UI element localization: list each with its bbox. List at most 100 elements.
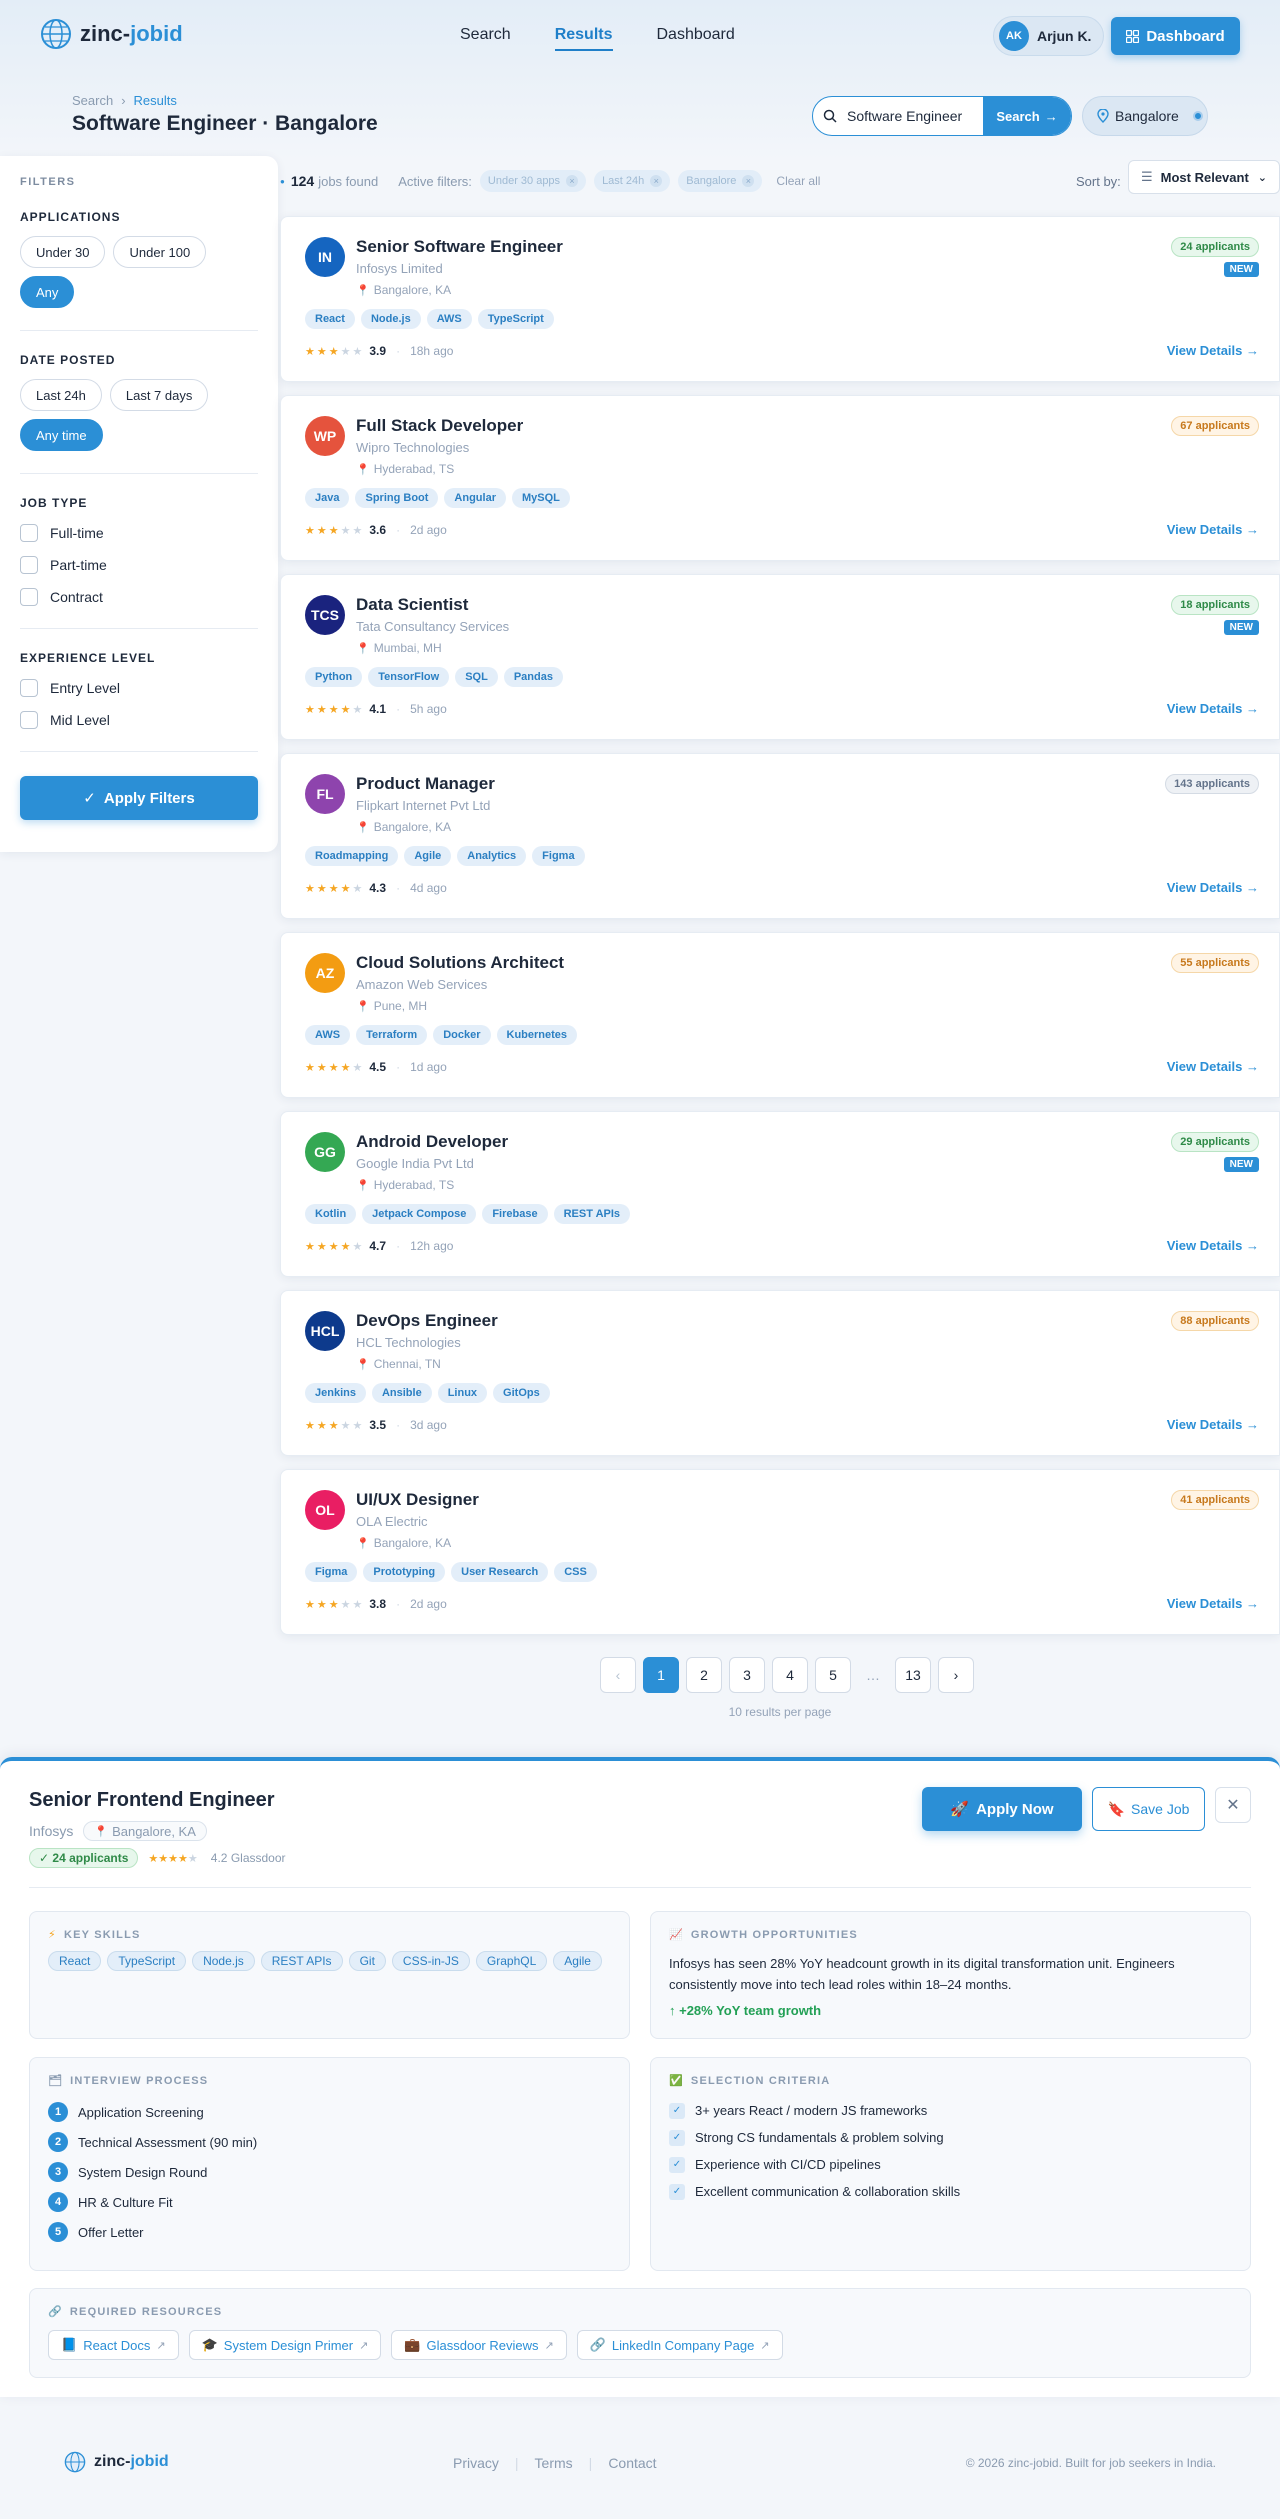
active-filter-chip[interactable]: Under 30 apps × <box>479 170 587 192</box>
active-filter-chip[interactable]: Last 24h × <box>594 170 671 192</box>
next-page-button[interactable]: › <box>938 1657 974 1693</box>
checkbox[interactable] <box>20 556 38 574</box>
footer-link-terms[interactable]: Terms <box>535 2455 573 2471</box>
applicants-badge: 41 applicants <box>1171 1490 1259 1510</box>
page-button[interactable]: 5 <box>815 1657 851 1693</box>
job-card[interactable]: TCS Data Scientist Tata Consultancy Servic… <box>280 574 1280 740</box>
nav-search[interactable]: Search <box>460 26 511 51</box>
view-details-link[interactable]: View Details → <box>1167 343 1259 358</box>
skill-tag: Jetpack Compose <box>362 1204 477 1224</box>
footer-logo[interactable]: zinc-jobid <box>64 2451 169 2473</box>
view-details-link[interactable]: View Details → <box>1167 701 1259 716</box>
checkbox-mid-level[interactable]: Mid Level <box>20 711 258 729</box>
close-icon[interactable]: × <box>566 175 579 187</box>
checkbox-part-time[interactable]: Part-time <box>20 556 258 574</box>
job-card[interactable]: WP Full Stack Developer Wipro Technologies… <box>280 395 1280 561</box>
page-button[interactable]: 3 <box>729 1657 765 1693</box>
checkbox-label: Entry Level <box>50 680 121 696</box>
checkbox[interactable] <box>20 524 38 542</box>
breadcrumb-results[interactable]: Results <box>134 93 177 108</box>
close-icon[interactable]: ✕ <box>1215 1787 1251 1823</box>
job-title[interactable]: Product Manager <box>356 774 495 794</box>
rocket-icon: 🚀 <box>950 1801 970 1818</box>
nav-results[interactable]: Results <box>554 26 613 51</box>
view-details-link[interactable]: View Details → <box>1167 880 1259 895</box>
job-card[interactable]: FL Product Manager Flipkart Internet Pvt L… <box>280 753 1280 919</box>
job-card[interactable]: HCL DevOps Engineer HCL Technologies 📍 Chenn… <box>280 1290 1280 1456</box>
job-tags: Java Spring Boot Angular MySQL <box>305 488 570 508</box>
star-icon: ★ <box>328 1598 339 1611</box>
footer-link-contact[interactable]: Contact <box>608 2455 656 2471</box>
page-button-current[interactable]: 1 <box>643 1657 679 1693</box>
view-details-link[interactable]: View Details → <box>1167 522 1259 537</box>
page-button[interactable]: 2 <box>686 1657 722 1693</box>
apply-now-button[interactable]: 🚀 Apply Now <box>922 1787 1082 1831</box>
close-icon[interactable]: × <box>742 175 755 187</box>
user-menu[interactable]: AK Arjun K. <box>993 16 1105 56</box>
search-button[interactable]: Search → <box>983 97 1071 135</box>
job-card[interactable]: AZ Cloud Solutions Architect Amazon Web Se… <box>280 932 1280 1098</box>
apply-filters-button[interactable]: ✓ Apply Filters <box>20 776 258 820</box>
chevron-down-icon: ⌄ <box>1257 171 1267 184</box>
job-company: Amazon Web Services <box>356 977 488 992</box>
criteria-heading: ✅ SELECTION CRITERIA <box>669 2074 831 2088</box>
page-title: Software Engineer · Bangalore <box>72 112 378 135</box>
resources-panel: 🔗 REQUIRED RESOURCES 📘 React Docs ↗ 🎓 System … <box>29 2288 1251 2378</box>
view-details-link[interactable]: View Details → <box>1167 1596 1259 1611</box>
footer-link-privacy[interactable]: Privacy <box>453 2455 499 2471</box>
filter-pill[interactable]: Under 30 <box>20 236 106 268</box>
filter-pill[interactable]: Last 7 days <box>109 379 209 411</box>
resource-link[interactable]: 🔗 LinkedIn Company Page ↗ <box>576 2330 783 2360</box>
skill-tag: Firebase <box>482 1204 548 1224</box>
location-chip[interactable]: Bangalore <box>1082 96 1208 136</box>
job-title[interactable]: Senior Software Engineer <box>356 237 563 257</box>
breadcrumb-search[interactable]: Search <box>72 93 113 108</box>
filter-pill-selected[interactable]: Any <box>20 276 75 308</box>
job-title[interactable]: Android Developer <box>356 1132 508 1152</box>
checkbox-entry-level[interactable]: Entry Level <box>20 679 258 697</box>
job-card[interactable]: GG Android Developer Google India Pvt Ltd 📍… <box>280 1111 1280 1277</box>
resource-link[interactable]: 📘 React Docs ↗ <box>48 2330 179 2360</box>
view-details-link[interactable]: View Details → <box>1167 1238 1259 1253</box>
skill-chip: React <box>48 1951 102 1971</box>
filter-pill[interactable]: Under 100 <box>113 236 207 268</box>
job-title[interactable]: Data Scientist <box>356 595 468 615</box>
company-logo: TCS <box>305 595 345 635</box>
search-input[interactable] <box>847 108 983 124</box>
job-title[interactable]: UI/UX Designer <box>356 1490 479 1510</box>
resource-link[interactable]: 💼 Glassdoor Reviews ↗ <box>391 2330 567 2360</box>
checkbox[interactable] <box>20 588 38 606</box>
view-details-link[interactable]: View Details → <box>1167 1059 1259 1074</box>
job-card[interactable]: IN Senior Software Engineer Infosys Limite… <box>280 216 1280 382</box>
star-icon: ★ <box>352 345 363 358</box>
close-icon[interactable]: × <box>650 175 663 187</box>
checkbox-full-time[interactable]: Full-time <box>20 524 258 542</box>
page-button[interactable]: 4 <box>772 1657 808 1693</box>
checkbox-contract[interactable]: Contract <box>20 588 258 606</box>
brand-logo[interactable]: zinc-jobid <box>40 18 183 50</box>
dashboard-button[interactable]: Dashboard <box>1111 17 1240 55</box>
star-icon: ★ <box>340 1240 351 1253</box>
nav-dashboard[interactable]: Dashboard <box>657 26 735 51</box>
clear-all-link[interactable]: Clear all <box>776 174 820 188</box>
filter-pill[interactable]: Last 24h <box>20 379 102 411</box>
checkbox[interactable] <box>20 711 38 729</box>
results-bar: ● 124 jobs found Active filters: Under 3… <box>280 160 1280 202</box>
job-card[interactable]: OL UI/UX Designer OLA Electric 📍 Bangalore, … <box>280 1469 1280 1635</box>
page-button[interactable]: 13 <box>895 1657 931 1693</box>
job-title[interactable]: Full Stack Developer <box>356 416 523 436</box>
job-tags: React Node.js AWS TypeScript <box>305 309 554 329</box>
resource-link[interactable]: 🎓 System Design Primer ↗ <box>188 2330 382 2360</box>
checkbox[interactable] <box>20 679 38 697</box>
job-title[interactable]: Cloud Solutions Architect <box>356 953 564 973</box>
interview-step: 1 Application Screening <box>48 2097 611 2127</box>
prev-page-button[interactable]: ‹ <box>600 1657 636 1693</box>
active-filter-chip[interactable]: Bangalore × <box>678 170 763 192</box>
sort-select[interactable]: ☰ Most Relevant ⌄ <box>1128 160 1280 194</box>
interview-heading: 🗂 INTERVIEW PROCESS <box>48 2074 209 2088</box>
criteria-panel: ✅ SELECTION CRITERIA ✓ 3+ years React / mo… <box>650 2057 1251 2271</box>
save-job-button[interactable]: 🔖 Save Job <box>1092 1787 1205 1831</box>
job-title[interactable]: DevOps Engineer <box>356 1311 498 1331</box>
view-details-link[interactable]: View Details → <box>1167 1417 1259 1432</box>
filter-pill-selected[interactable]: Any time <box>20 419 103 451</box>
